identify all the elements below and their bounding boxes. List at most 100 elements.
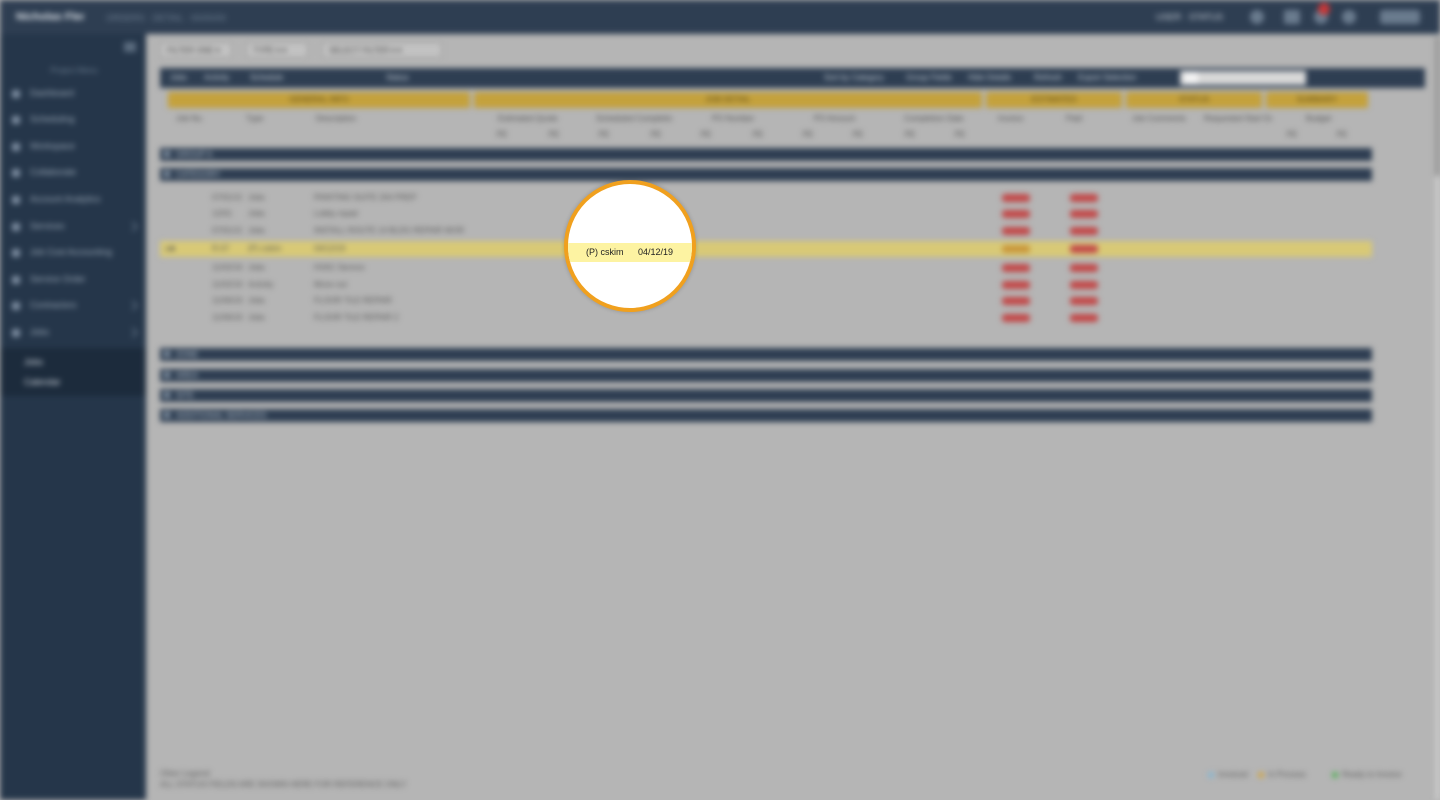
group-row[interactable]: GROUP A bbox=[160, 148, 1372, 161]
collapsed-group-row[interactable]: SITE bbox=[160, 389, 1372, 402]
magnified-row: (P) cskim 04/12/19 bbox=[568, 243, 692, 262]
sub-header: PE bbox=[1336, 130, 1348, 139]
clipboard-icon bbox=[12, 276, 20, 284]
sidebar-item-label: Account Analytics bbox=[30, 194, 101, 204]
sidebar-item-analytics[interactable]: Account Analytics bbox=[0, 188, 146, 212]
table-row[interactable]: 11/02/19 Jobs HVAC Service bbox=[160, 260, 1372, 276]
sidebar-subitem-calendar[interactable]: Calendar bbox=[24, 372, 134, 392]
sidebar-item-label: Scheduling bbox=[30, 114, 75, 124]
sidebar-subitem-jobs[interactable]: Jobs bbox=[24, 352, 134, 372]
status-badge bbox=[1070, 227, 1098, 235]
filter-dropdown-2[interactable]: TYPE ▾ ▾ bbox=[246, 42, 308, 58]
sidebar-item-dashboard[interactable]: Dashboard bbox=[0, 82, 146, 106]
help-icon[interactable] bbox=[1342, 10, 1356, 24]
collapsed-group-row[interactable]: AREA bbox=[160, 369, 1372, 382]
sidebar-item-label: Services bbox=[30, 221, 65, 231]
tab-jobs[interactable]: Jobs bbox=[170, 73, 194, 83]
cell-type: Jobs bbox=[248, 226, 265, 235]
collapse-sidebar-icon[interactable] bbox=[124, 42, 136, 52]
hide-details-button[interactable]: Hide Details bbox=[968, 73, 1024, 83]
magnified-date: 04/12/19 bbox=[638, 247, 674, 257]
footer-note: Other Legend: ALL STATUS FIELDS ARE SHOW… bbox=[160, 768, 550, 792]
table-row[interactable]: 07/01/19 Jobs INSTALL ROUTE 14 BLDG REPA… bbox=[160, 223, 1372, 239]
home-icon[interactable] bbox=[1250, 10, 1264, 24]
sidebar-item-workspace[interactable]: Workspace bbox=[0, 135, 146, 159]
users-icon bbox=[12, 169, 20, 177]
sidebar: Project Menu Dashboard Scheduling Worksp… bbox=[0, 34, 146, 800]
sidebar-item-contractors[interactable]: Contractors bbox=[0, 294, 146, 318]
grid-search-input[interactable] bbox=[1180, 71, 1306, 85]
tab-schedule[interactable]: Schedule bbox=[250, 73, 290, 83]
user-status[interactable]: USER · STATUS bbox=[1156, 8, 1228, 26]
status-badge bbox=[1002, 297, 1030, 305]
sidebar-caption: Project Menu bbox=[50, 66, 98, 75]
cell-description: PAINTING SUITE 204 PREP bbox=[314, 193, 417, 202]
magnifier-callout: (P) cskim 04/12/19 bbox=[564, 180, 696, 312]
sort-category-button[interactable]: Sort by Category bbox=[824, 73, 896, 83]
col-header-description[interactable]: Description bbox=[316, 114, 356, 124]
export-button[interactable]: Export Selection bbox=[1078, 73, 1152, 83]
cell-id: 11/06/19 bbox=[212, 313, 242, 322]
sidebar-item-service-order[interactable]: Service Order bbox=[0, 268, 146, 292]
table-row[interactable]: 11/02/19 Activity Move out bbox=[160, 277, 1372, 293]
mail-icon[interactable] bbox=[1284, 10, 1300, 24]
collapsed-group-row[interactable]: ADDITIONAL SERVICES bbox=[160, 409, 1372, 422]
col-header-type[interactable]: Type bbox=[246, 114, 276, 124]
expand-icon[interactable]: ▸■ bbox=[166, 244, 182, 254]
tab-activity[interactable]: Activity bbox=[204, 73, 240, 83]
collapsed-group-row[interactable]: ZONE bbox=[160, 348, 1372, 361]
col-header-invoice[interactable]: Invoice bbox=[998, 114, 1028, 124]
refresh-button[interactable]: Refresh bbox=[1034, 73, 1070, 83]
status-badge bbox=[1002, 264, 1030, 272]
sidebar-item-label: Jobs bbox=[30, 327, 50, 337]
col-header-job-no[interactable]: Job No. bbox=[176, 114, 216, 124]
main-content: FILTER ONE ▾ TYPE ▾ ▾ SELECT FILTER ▾ ▾ … bbox=[152, 34, 1435, 800]
chevron-down-icon bbox=[164, 171, 170, 177]
group-fields-button[interactable]: Group Fields bbox=[906, 73, 958, 83]
sidebar-submenu: Jobs Calendar bbox=[0, 348, 146, 396]
search-icon[interactable] bbox=[1184, 72, 1198, 84]
table-row-highlighted[interactable]: ▸■ R-07 (P) cskim 04/12/19 bbox=[160, 241, 1372, 257]
sidebar-item-services[interactable]: Services bbox=[0, 215, 146, 239]
legend-invoiced: Invoiced bbox=[1208, 770, 1258, 780]
filter-dropdown-3[interactable]: SELECT FILTER ▾ ▾ bbox=[322, 42, 442, 58]
table-row[interactable]: 11/06/19 Jobs FLOOR TILE REPAIR 2 bbox=[160, 310, 1372, 326]
sidebar-item-collaborate[interactable]: Collaborate bbox=[0, 161, 146, 185]
status-badge bbox=[1002, 281, 1030, 289]
cell-description: FLOOR TILE REPAIR bbox=[314, 296, 392, 305]
brand-logo[interactable]: Nicholas Fleming bbox=[16, 11, 84, 23]
table-row[interactable]: 07/01/19 Jobs PAINTING SUITE 204 PREP bbox=[160, 190, 1372, 206]
sub-header: PE bbox=[700, 130, 712, 139]
status-badge bbox=[1002, 314, 1030, 322]
status-badge bbox=[1070, 264, 1098, 272]
sidebar-item-label: Workspace bbox=[30, 141, 75, 151]
sidebar-item-job-cost[interactable]: Job Cost Accounting bbox=[0, 241, 146, 265]
scrollbar-thumb[interactable] bbox=[1435, 36, 1440, 176]
col-header-requested-start[interactable]: Requested Start Date bbox=[1204, 114, 1272, 124]
account-menu[interactable] bbox=[1380, 10, 1420, 24]
group-row[interactable]: CATEGORY bbox=[160, 168, 1372, 181]
col-header-estimated-quote[interactable]: Estimated Quote bbox=[498, 114, 562, 124]
home-icon bbox=[12, 90, 20, 98]
sidebar-item-jobs[interactable]: Jobs bbox=[0, 321, 146, 345]
sidebar-item-scheduling[interactable]: Scheduling bbox=[0, 108, 146, 132]
col-header-po-amount[interactable]: PO Amount bbox=[814, 114, 858, 124]
col-header-paid[interactable]: Paid bbox=[1066, 114, 1096, 124]
group-row-label: CATEGORY bbox=[176, 170, 221, 179]
cell-type: Jobs bbox=[248, 193, 265, 202]
tab-status[interactable]: Status bbox=[386, 73, 436, 83]
col-header-budget[interactable]: Budget bbox=[1306, 114, 1336, 124]
col-header-completion-date[interactable]: Completion Date bbox=[904, 114, 970, 124]
sidebar-item-label: Dashboard bbox=[30, 88, 75, 98]
chart-icon bbox=[12, 196, 20, 204]
sub-header: PE bbox=[852, 130, 864, 139]
table-row[interactable]: 11/06/19 Jobs FLOOR TILE REPAIR bbox=[160, 293, 1372, 309]
col-header-job-comments[interactable]: Job Comments bbox=[1132, 114, 1190, 124]
chevron-right-icon bbox=[164, 392, 170, 398]
chevron-right-icon bbox=[164, 412, 170, 418]
table-row[interactable]: 12/01 Jobs Lobby repair bbox=[160, 206, 1372, 222]
col-header-po-number[interactable]: PO Number bbox=[712, 114, 756, 124]
status-badge bbox=[1070, 194, 1098, 202]
col-header-scheduled-completion[interactable]: Scheduled Completion bbox=[596, 114, 672, 124]
filter-dropdown-1[interactable]: FILTER ONE ▾ bbox=[160, 42, 232, 58]
